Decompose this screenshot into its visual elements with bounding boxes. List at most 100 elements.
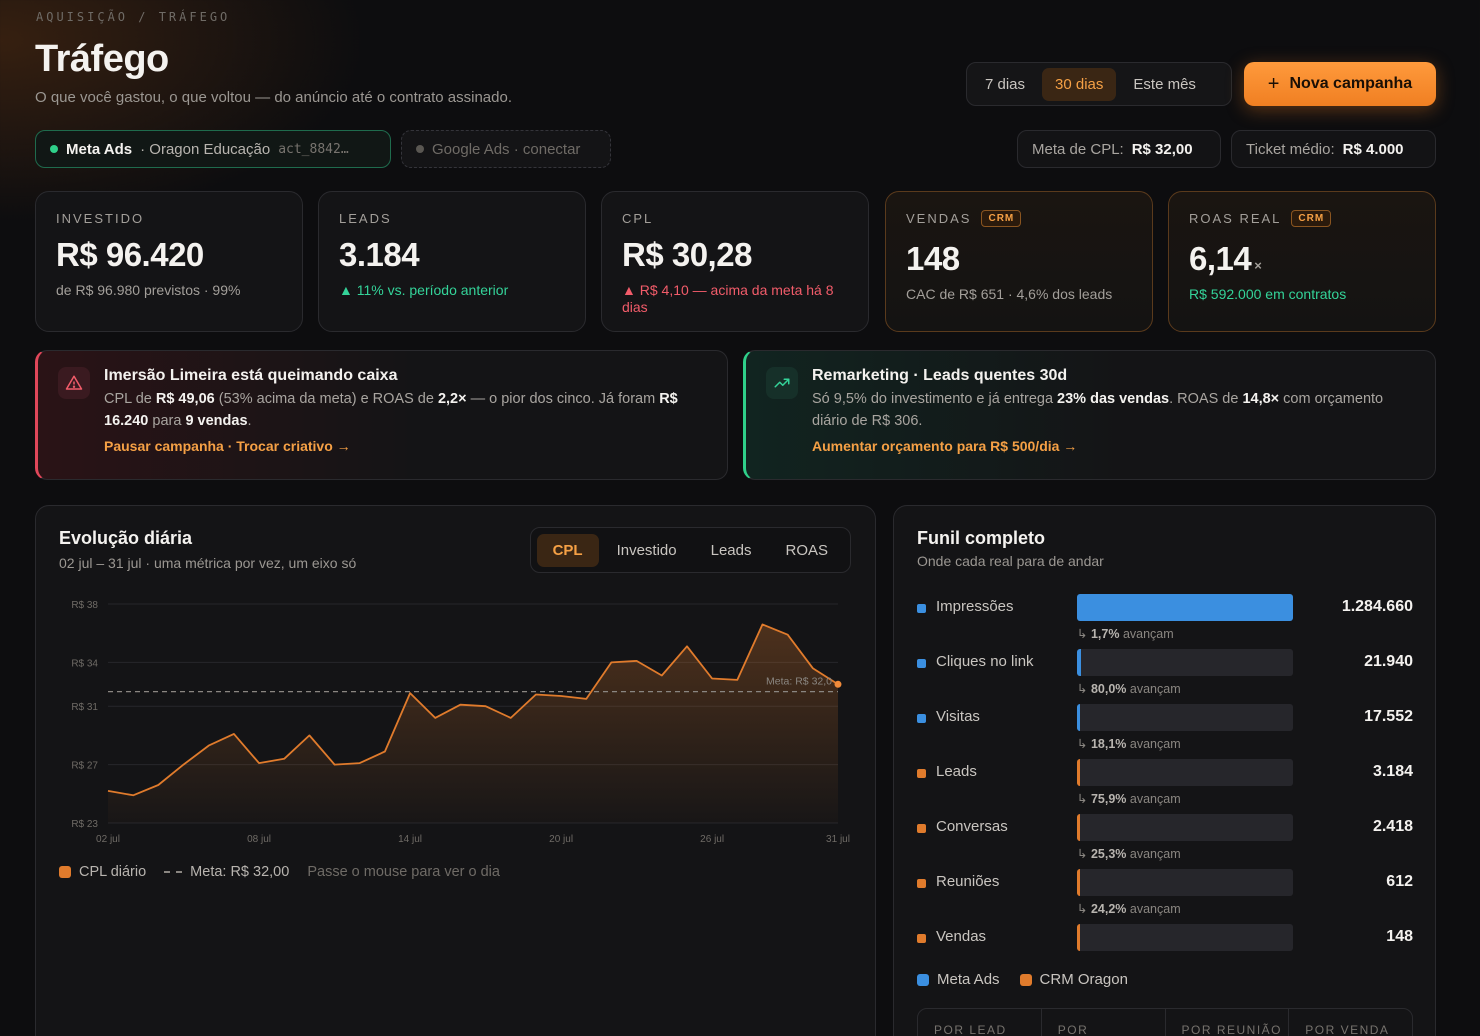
- text: — o pior dos cinco. Já foram: [466, 391, 660, 407]
- range-7-days[interactable]: 7 dias: [972, 68, 1038, 101]
- highlight: 9 vendas: [185, 413, 248, 429]
- tab-roas[interactable]: ROAS: [769, 534, 844, 567]
- y-tick-label: R$ 31: [71, 702, 98, 713]
- meta-ads-source-chip[interactable]: Meta Ads · Oragon Educação act_8842…: [35, 130, 391, 168]
- cpl-line-chart[interactable]: R$ 23 R$ 27 R$ 31 R$ 34 R$ 38 02 jul 08 jul 14 …: [36, 594, 877, 844]
- increase-budget-link[interactable]: Aumentar orçamento para R$ 500/dia →: [812, 438, 1077, 454]
- funnel-source-dot: [917, 659, 926, 668]
- data-point: [530, 689, 542, 701]
- kpi-value: 6,14 ×: [1189, 240, 1415, 278]
- warning-icon: [58, 367, 90, 399]
- conversion-rate: 18,1%: [1090, 737, 1127, 751]
- data-point: [756, 618, 768, 630]
- data-point: [681, 640, 693, 652]
- range-this-month[interactable]: Este mês: [1120, 68, 1209, 101]
- x-tick-label: 31 jul: [826, 834, 850, 844]
- new-campaign-button[interactable]: + Nova campanha: [1244, 62, 1436, 106]
- legend-hint: Passe o mouse para ver o dia: [307, 864, 500, 880]
- text: CPL de: [104, 391, 156, 407]
- funnel-bar-track: [1077, 869, 1293, 896]
- cost-col-meeting: POR REUNIÃO: [1166, 1009, 1290, 1036]
- kpi-note: de R$ 96.980 previstos · 99%: [56, 282, 241, 298]
- breadcrumb: AQUISIÇÃO / TRÁFEGO: [36, 10, 231, 24]
- kpi-card-leads: LEADS 3.184 ▲ 11% vs. período anterior: [318, 191, 586, 332]
- text: . ROAS de: [1169, 391, 1243, 407]
- funnel-conversion: ↳ 18,1% avançam: [1077, 736, 1181, 751]
- target-label: Meta: R$ 32,0: [766, 676, 832, 688]
- kpi-note: R$ 592.000 em contratos: [1189, 286, 1347, 302]
- tab-cpl[interactable]: CPL: [536, 533, 599, 567]
- funnel-stage-value: 3.184: [1372, 763, 1413, 780]
- funnel-bar-track: [1077, 594, 1293, 621]
- funnel-source-dot: [917, 879, 926, 888]
- funnel-stage-name: Leads: [936, 763, 977, 780]
- conversion-label: avançam: [1129, 792, 1181, 806]
- funnel-stage-value: 21.940: [1364, 653, 1413, 670]
- pause-campaign-link[interactable]: Pausar campanha · Trocar criativo →: [104, 438, 351, 454]
- funnel-row[interactable]: Reuniões 612 ↳ 24,2% avançam: [917, 869, 1413, 924]
- google-ads-connect-chip[interactable]: Google Ads · conectar: [401, 130, 611, 168]
- conversion-rate: 25,3%: [1090, 847, 1127, 861]
- data-point: [555, 690, 567, 702]
- funnel-row[interactable]: Leads 3.184 ↳ 75,9% avançam: [917, 759, 1413, 814]
- panel-title: Funil completo: [917, 528, 1045, 548]
- conversion-label: avançam: [1129, 902, 1181, 916]
- funnel-row[interactable]: Cliques no link 21.940 ↳ 80,0% avançam: [917, 649, 1413, 704]
- highlight: 14,8×: [1242, 391, 1280, 407]
- legend-swatch: [917, 973, 929, 986]
- data-point: [631, 655, 643, 667]
- funnel-bar-fill: [1077, 869, 1080, 896]
- conversion-label: avançam: [1122, 627, 1174, 641]
- source-account-id: act_8842…: [278, 141, 349, 157]
- data-point: [329, 759, 341, 771]
- kpi-label: ROAS REAL: [1189, 210, 1282, 226]
- legend-item-crm: CRM Oragon: [1019, 971, 1128, 988]
- cpl-target-chip[interactable]: Meta de CPL: R$ 32,00: [1017, 130, 1221, 168]
- data-point: [278, 753, 290, 765]
- cost-col-sale: POR VENDA: [1305, 1023, 1390, 1036]
- connected-status-dot: [50, 145, 58, 153]
- funnel-stage-name: Reuniões: [936, 873, 1000, 890]
- roas-suffix: ×: [1254, 258, 1262, 273]
- funnel-bar-track: [1077, 759, 1293, 786]
- kpi-note: ▲ 11% vs. período anterior: [339, 282, 509, 298]
- funnel-conversion: ↳ 1,7% avançam: [1077, 626, 1174, 641]
- funnel-bar-fill: [1077, 924, 1080, 951]
- arrow-return-icon: ↳: [1077, 792, 1091, 806]
- cpl-target-label: Meta de CPL:: [1032, 140, 1124, 158]
- funnel-row[interactable]: Impressões 1.284.660 ↳ 1,7% avançam: [917, 594, 1413, 649]
- kpi-value: 3.184: [339, 236, 420, 273]
- funnel-bar-fill: [1077, 594, 1293, 621]
- legend-swatch: [1019, 973, 1032, 986]
- funnel-stage-name: Cliques no link: [936, 653, 1034, 670]
- data-point: [228, 728, 240, 740]
- kpi-label-row: VENDAS CRM: [906, 209, 1132, 227]
- y-tick-label: R$ 23: [71, 819, 98, 830]
- kpi-label: LEADS: [339, 210, 392, 226]
- funnel-row[interactable]: Conversas 2.418 ↳ 25,3% avançam: [917, 814, 1413, 869]
- date-range-selector: 7 dias 30 dias Este mês: [966, 62, 1232, 106]
- ticket-target-chip[interactable]: Ticket médio: R$ 4.000: [1231, 130, 1436, 168]
- data-point: [102, 785, 114, 797]
- funnel-bar-fill: [1077, 759, 1080, 786]
- tab-leads[interactable]: Leads: [695, 534, 768, 567]
- tab-invested[interactable]: Investido: [601, 534, 693, 567]
- range-30-days[interactable]: 30 dias: [1042, 67, 1117, 101]
- funnel-stage-value: 17.552: [1364, 708, 1413, 725]
- data-point: [404, 687, 416, 699]
- funnel-row[interactable]: Visitas 17.552 ↳ 18,1% avançam: [917, 704, 1413, 759]
- conversion-rate: 80,0%: [1090, 682, 1127, 696]
- metric-tabs: CPL Investido Leads ROAS: [529, 527, 851, 573]
- y-tick-label: R$ 27: [71, 761, 98, 772]
- funnel-bar-track: [1077, 814, 1293, 841]
- source-org: · Oragon Educação: [140, 140, 271, 158]
- crm-badge: CRM: [1291, 209, 1332, 227]
- kpi-note: ▲ R$ 4,10 — acima da meta há 8 dias: [622, 282, 834, 315]
- text: Só 9,5% do investimento e já entrega: [812, 391, 1058, 407]
- arrow-return-icon: ↳: [1077, 682, 1091, 696]
- text: para: [148, 413, 186, 429]
- target-dash-swatch: [164, 871, 183, 873]
- kpi-label-row: ROAS REAL CRM: [1189, 209, 1415, 227]
- conversion-label: avançam: [1129, 847, 1181, 861]
- y-tick-label: R$ 34: [71, 658, 98, 669]
